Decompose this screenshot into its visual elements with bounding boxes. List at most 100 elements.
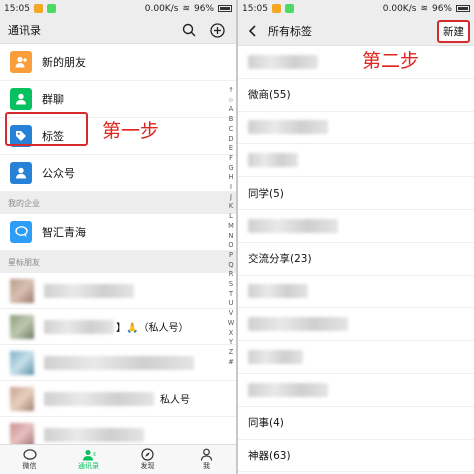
step-one-annotation: 第一步 — [102, 120, 160, 142]
official-accounts-item[interactable]: 公众号 — [0, 155, 236, 192]
index-letter[interactable]: # — [226, 358, 236, 368]
tab-discover[interactable]: 发现 — [118, 445, 177, 474]
new-friends-item[interactable]: 新的朋友 — [0, 44, 236, 81]
contact-name-suffix: 私人号 — [160, 395, 190, 406]
person-icon — [200, 448, 213, 461]
company-label: 智汇青海 — [42, 226, 86, 239]
new-friends-label: 新的朋友 — [42, 56, 86, 69]
index-letter[interactable]: T — [226, 290, 236, 300]
step-two-annotation: 第二步 — [362, 50, 420, 72]
alphabet-index[interactable]: ↑ ☆ A B C D E F G H I J K L M N O P Q R S T U V W X Y Z # — [226, 86, 236, 367]
index-letter[interactable]: ☆ — [226, 96, 236, 106]
page-title: 通讯录 — [8, 24, 41, 37]
contact-name-suffix: 】🙏（私人号） — [116, 323, 189, 334]
search-icon[interactable] — [178, 19, 200, 41]
tag-row[interactable] — [238, 308, 474, 342]
tab-contacts[interactable]: 通讯录 — [59, 445, 118, 474]
index-letter[interactable]: L — [226, 212, 236, 222]
blurred-tag-label — [248, 54, 318, 69]
tag-row[interactable]: 神器(63) — [238, 440, 474, 473]
contact-row[interactable]: 私人号 — [0, 381, 236, 417]
index-letter[interactable]: C — [226, 125, 236, 135]
company-item[interactable]: 智汇青海 — [0, 214, 236, 251]
blurred-name — [44, 355, 194, 370]
tag-row[interactable]: 同事(4) — [238, 407, 474, 440]
app-notification-icon — [33, 4, 43, 13]
tag-row[interactable]: 同学(5) — [238, 177, 474, 210]
page-title: 所有标签 — [268, 25, 312, 38]
index-letter[interactable]: D — [226, 135, 236, 145]
tag-label: 交流分享(23) — [248, 253, 312, 266]
tags-header: 所有标签 新建 — [238, 17, 474, 46]
index-letter[interactable]: R — [226, 270, 236, 280]
index-letter[interactable]: O — [226, 241, 236, 251]
battery-percent: 96% — [193, 3, 214, 14]
chat-bubble-icon — [10, 221, 32, 243]
contact-row[interactable]: 】🙏（私人号） — [0, 309, 236, 345]
group-chats-label: 群聊 — [42, 93, 64, 106]
avatar — [10, 386, 34, 411]
all-tags-screen: 15:05 0.00K/s ≋ 96% 所有标签 新建 微商(55) 同学(5) 交… — [238, 0, 474, 474]
tag-row[interactable] — [238, 46, 474, 79]
tag-label: 神器(63) — [248, 449, 291, 462]
status-bar: 15:05 0.00K/s ≋ 96% — [0, 0, 236, 17]
index-letter[interactable]: V — [226, 309, 236, 319]
section-header-company: 我的企业 — [0, 192, 236, 214]
network-speed: 0.00K/s — [382, 3, 417, 14]
back-arrow-icon[interactable] — [242, 20, 264, 42]
blurred-name — [44, 283, 134, 298]
index-letter[interactable]: X — [226, 329, 236, 339]
new-tag-button[interactable]: 新建 — [437, 19, 470, 43]
app-notification-icon — [271, 4, 281, 13]
index-letter[interactable]: H — [226, 173, 236, 183]
index-letter[interactable]: N — [226, 232, 236, 242]
app-notification-icon — [284, 4, 294, 13]
index-letter[interactable]: Z — [226, 348, 236, 358]
official-account-icon — [10, 162, 32, 184]
index-letter[interactable]: W — [226, 319, 236, 329]
bottom-tab-bar: 微信 通讯录 发现 我 — [0, 444, 236, 474]
tag-row[interactable] — [238, 374, 474, 407]
index-letter[interactable]: P — [226, 251, 236, 261]
index-letter[interactable]: Y — [226, 338, 236, 348]
tag-row[interactable] — [238, 112, 474, 145]
tag-row[interactable] — [238, 210, 474, 243]
index-letter[interactable]: S — [226, 280, 236, 290]
tab-chats[interactable]: 微信 — [0, 445, 59, 474]
index-letter[interactable]: M — [226, 222, 236, 232]
avatar — [10, 422, 34, 447]
status-bar: 15:05 0.00K/s ≋ 96% — [238, 0, 474, 17]
index-letter[interactable]: U — [226, 299, 236, 309]
index-letter[interactable]: B — [226, 115, 236, 125]
contact-row[interactable] — [0, 273, 236, 309]
tab-me-label: 我 — [203, 462, 210, 470]
tag-row[interactable] — [238, 276, 474, 309]
battery-icon — [218, 5, 232, 12]
add-circle-icon[interactable] — [206, 19, 228, 41]
blurred-tag-label — [248, 350, 303, 365]
index-letter[interactable]: ↑ — [226, 86, 236, 96]
tag-row[interactable] — [238, 144, 474, 178]
index-letter[interactable]: K — [226, 202, 236, 212]
tag-list: 微商(55) 同学(5) 交流分享(23) 同事(4) 神器(63) — [238, 46, 474, 473]
index-letter[interactable]: E — [226, 144, 236, 154]
blurred-tag-label — [248, 382, 328, 397]
blurred-name — [44, 319, 114, 334]
battery-percent: 96% — [431, 3, 452, 14]
index-letter[interactable]: G — [226, 164, 236, 174]
tag-row[interactable] — [238, 341, 474, 374]
wifi-icon: ≋ — [420, 3, 428, 14]
tab-me[interactable]: 我 — [177, 445, 236, 474]
contacts-header: 通讯录 — [0, 17, 236, 44]
avatar — [10, 350, 34, 375]
index-letter[interactable]: I — [226, 183, 236, 193]
tab-contacts-label: 通讯录 — [78, 461, 99, 470]
tag-row[interactable]: 交流分享(23) — [238, 243, 474, 276]
avatar — [10, 314, 34, 339]
index-letter[interactable]: F — [226, 154, 236, 164]
index-letter[interactable]: Q — [226, 261, 236, 271]
tag-row[interactable]: 微商(55) — [238, 79, 474, 112]
index-letter[interactable]: A — [226, 105, 236, 115]
index-letter[interactable]: J — [226, 193, 236, 203]
contact-row[interactable] — [0, 345, 236, 381]
